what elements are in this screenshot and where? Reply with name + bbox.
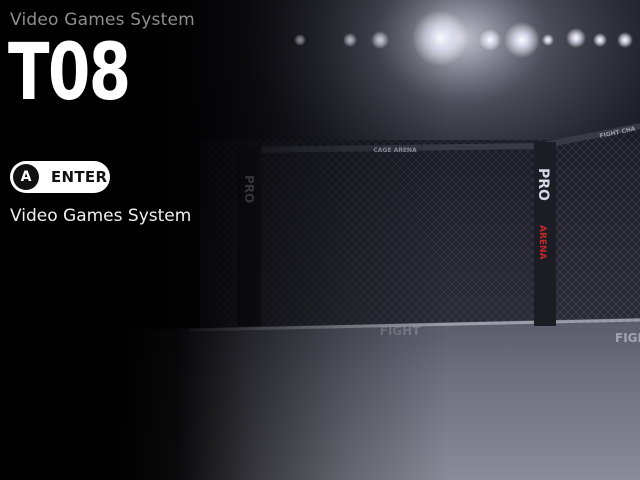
- mat-text: FIGHT: [380, 324, 422, 338]
- game-title: T08: [8, 28, 131, 118]
- post-sub-right: ARENA: [537, 225, 547, 260]
- enter-button[interactable]: A ENTER: [10, 161, 110, 193]
- mat-text-right: FIGHT: [615, 331, 640, 345]
- post-brand-left: PRO: [242, 175, 256, 203]
- a-button-icon: A: [13, 164, 39, 190]
- header-subtitle: Video Games System: [10, 10, 195, 30]
- enter-label: ENTER: [51, 168, 108, 186]
- system-description: Video Games System: [10, 206, 192, 226]
- post-brand-right: PRO: [535, 168, 551, 201]
- arena-sign: CAGE ARENA: [373, 147, 417, 154]
